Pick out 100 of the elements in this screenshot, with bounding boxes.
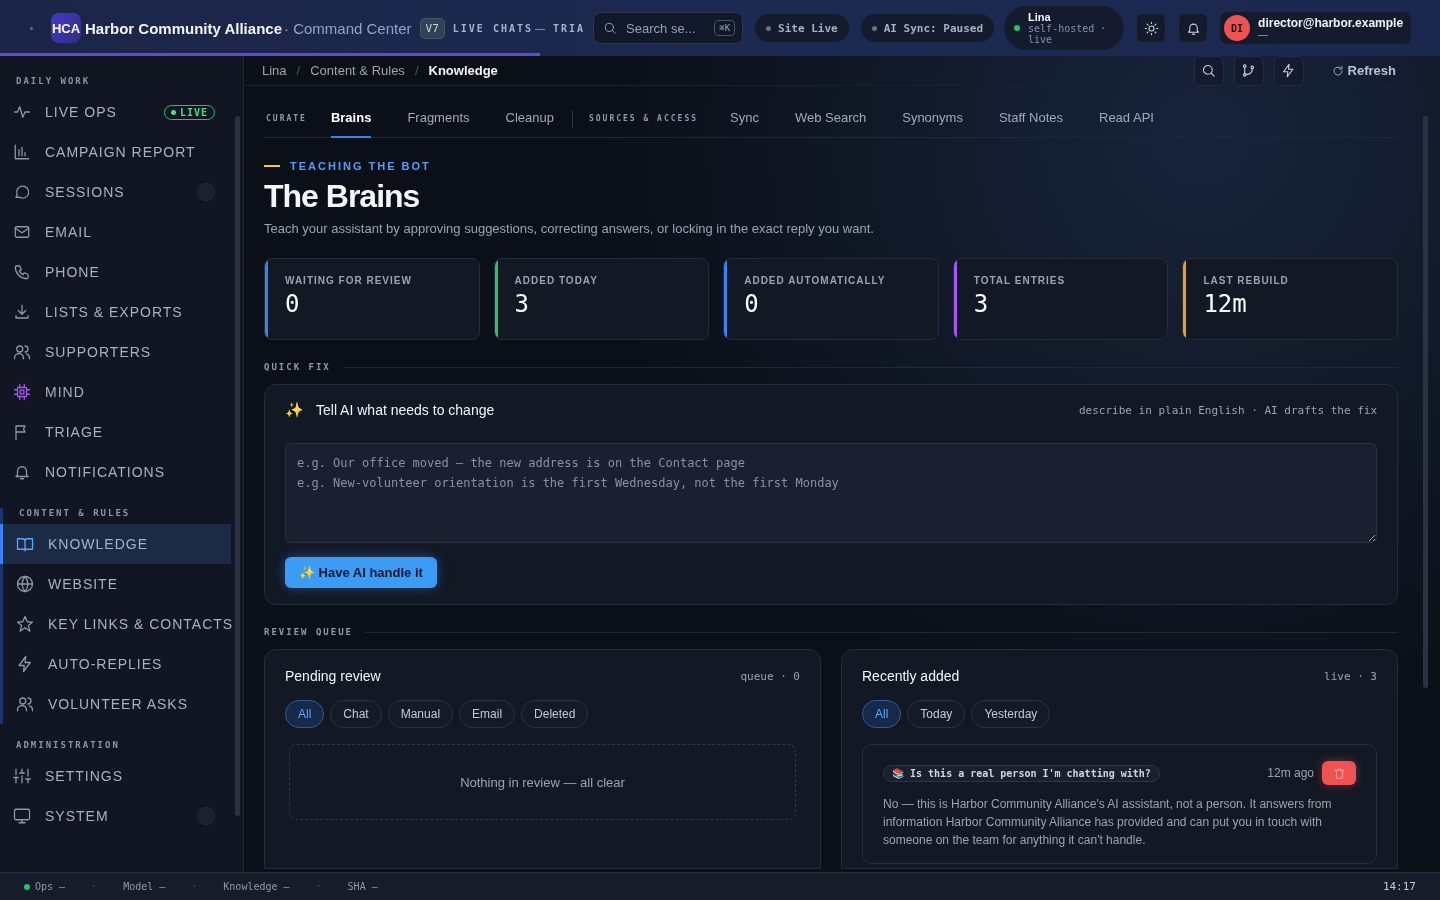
search-button[interactable] — [1193, 55, 1224, 86]
card-title: Tell AI what needs to change — [316, 402, 496, 418]
stat-value: 3 — [973, 290, 990, 318]
sidebar-item[interactable]: TRIAGE — [0, 412, 231, 452]
sidebar-item[interactable]: SETTINGS — [0, 756, 231, 796]
refresh-icon — [1331, 64, 1344, 77]
breadcrumb-separator: / — [296, 63, 301, 78]
bell-icon — [13, 463, 31, 481]
sidebar-item[interactable]: NOTIFICATIONS — [0, 452, 231, 492]
refresh-button[interactable]: Refresh — [1313, 63, 1422, 78]
filter-chip[interactable]: All — [285, 700, 325, 728]
sidebar-item[interactable]: CAMPAIGN REPORT — [0, 132, 231, 172]
phone-icon — [13, 263, 31, 281]
trash-icon — [1332, 766, 1346, 780]
status-label: Knowledge — — [223, 881, 290, 892]
status-label: SHA — — [347, 881, 378, 892]
stat-label: WAITING FOR REVIEW — [285, 275, 413, 286]
sidebar-item[interactable]: KEY LINKS & CONTACTS — [3, 604, 231, 644]
section-heading: QUICK FIX — [264, 362, 1398, 372]
empty-state: Nothing in review — all clear — [289, 744, 796, 820]
sidebar-item[interactable]: VOLUNTEER ASKS — [3, 684, 231, 724]
notifications-button[interactable] — [1178, 13, 1209, 43]
logo: HCA — [51, 13, 81, 43]
tab[interactable]: Sync — [730, 99, 759, 138]
app-title: Harbor Community Alliance — [85, 19, 282, 37]
tab[interactable]: Staff Notes — [998, 99, 1063, 138]
chip-icon — [13, 383, 31, 401]
host-name: Lina — [1028, 11, 1052, 23]
branch-button[interactable] — [1233, 55, 1264, 86]
stat-label: ADDED TODAY — [514, 275, 599, 286]
sidebar-item[interactable]: AUTO-REPLIES — [3, 644, 231, 684]
download-icon — [13, 303, 31, 321]
tab[interactable]: Read API — [1099, 99, 1154, 138]
user-menu[interactable]: DI director@harbor.example — — [1220, 12, 1412, 44]
status-label: Model — — [123, 881, 166, 892]
theme-button[interactable] — [1136, 13, 1167, 43]
stat-value: 0 — [285, 290, 301, 318]
sidebar-item[interactable]: MIND — [0, 372, 231, 412]
section-heading: DAILY WORK — [15, 76, 92, 86]
panel-meta: live · 3 — [1324, 669, 1377, 683]
ai-handle-button[interactable]: ✨ Have AI handle it — [285, 557, 437, 588]
stat-label: ADDED AUTOMATICALLY — [744, 275, 887, 286]
sliders-icon — [13, 767, 31, 785]
stat-label: LAST REBUILD — [1203, 275, 1290, 286]
lightning-icon — [16, 655, 34, 673]
filter-chip[interactable]: Today — [907, 700, 966, 728]
app-subtitle: · Command Center — [284, 19, 412, 37]
sidebar-item[interactable]: LIVE OPS LIVE — [0, 92, 231, 132]
sidebar-item[interactable]: LISTS & EXPORTS — [0, 292, 231, 332]
tab[interactable]: Brains — [330, 99, 372, 138]
filter-chip[interactable]: Chat — [330, 700, 382, 728]
entry-answer: No — this is Harbor Community Alliance's AI assistant, not a person. It answers from information Harbor Community Alliance has provided and can put you in touch with someone on the team for anything it can't handle. — [883, 796, 1333, 849]
book-icon — [16, 535, 34, 553]
delete-button[interactable] — [1322, 761, 1356, 785]
sidebar-item[interactable]: EMAIL — [0, 212, 231, 252]
scrollbar[interactable] — [235, 116, 240, 816]
question-tag: 📚 Is this a real person I'm chatting with? — [883, 764, 1160, 782]
status-time: 14:17 — [1382, 880, 1416, 893]
action-button[interactable] — [1273, 55, 1304, 86]
filter-chip[interactable]: Yesterday — [971, 700, 1051, 728]
stat-value: 3 — [514, 290, 531, 318]
bar-chart-icon — [13, 143, 31, 161]
stat-label: TOTAL ENTRIES — [973, 275, 1067, 286]
filter-chip[interactable]: Email — [459, 700, 516, 728]
star-icon — [16, 615, 34, 633]
separator-dot: · — [91, 881, 98, 892]
tab[interactable]: Cleanup — [505, 99, 554, 138]
filter-chip[interactable]: Deleted — [521, 700, 589, 728]
tab-group-label: SOURCES & ACCESS — [588, 114, 698, 123]
filter-chip[interactable]: Manual — [387, 700, 454, 728]
sidebar-item[interactable]: SESSIONS — [0, 172, 231, 212]
instruction-field[interactable]: e.g. Our office moved — the new address is on the Contact page e.g. New-volunteer orientation is the first Wednesday, not the first Monday — [285, 443, 1377, 543]
chat-bubble-icon — [13, 183, 31, 201]
pill-label: AI Sync: Paused — [883, 21, 984, 35]
search-icon — [1201, 63, 1217, 78]
eyebrow-label: TEACHING THE BOT — [290, 160, 431, 172]
sidebar-item[interactable]: SUPPORTERS — [0, 332, 231, 372]
status-dash: — — [535, 22, 545, 34]
people-icon — [16, 695, 34, 713]
breadcrumb-link[interactable]: Content & Rules — [310, 63, 405, 78]
tab[interactable]: Web Search — [794, 99, 867, 138]
section-heading: ADMINISTRATION — [15, 740, 121, 750]
sidebar-item[interactable]: KNOWLEDGE — [0, 524, 231, 564]
nav-link[interactable]: TRIA — [553, 22, 586, 34]
sidebar-item[interactable]: SYSTEM — [0, 796, 231, 836]
separator-dot: · — [315, 881, 322, 892]
breadcrumb-link[interactable]: Lina — [262, 63, 287, 78]
nav-link[interactable]: LIVE CHATS — [452, 22, 533, 34]
stat-value: 12m — [1203, 290, 1248, 318]
sidebar-item[interactable]: PHONE — [0, 252, 231, 292]
sidebar-item[interactable]: WEBSITE — [3, 564, 231, 604]
tab[interactable]: Synonyms — [902, 99, 963, 138]
pill-label: Site Live — [778, 21, 838, 35]
filter-chip[interactable]: All — [862, 700, 902, 728]
scrollbar[interactable] — [1423, 116, 1428, 688]
shortcut-key: ⌘K — [714, 20, 736, 36]
sparkles-icon: ✨ — [285, 401, 304, 419]
tab[interactable]: Fragments — [407, 99, 470, 138]
breadcrumb-separator: / — [414, 63, 419, 78]
user-email: director@harbor.example — [1258, 16, 1404, 30]
